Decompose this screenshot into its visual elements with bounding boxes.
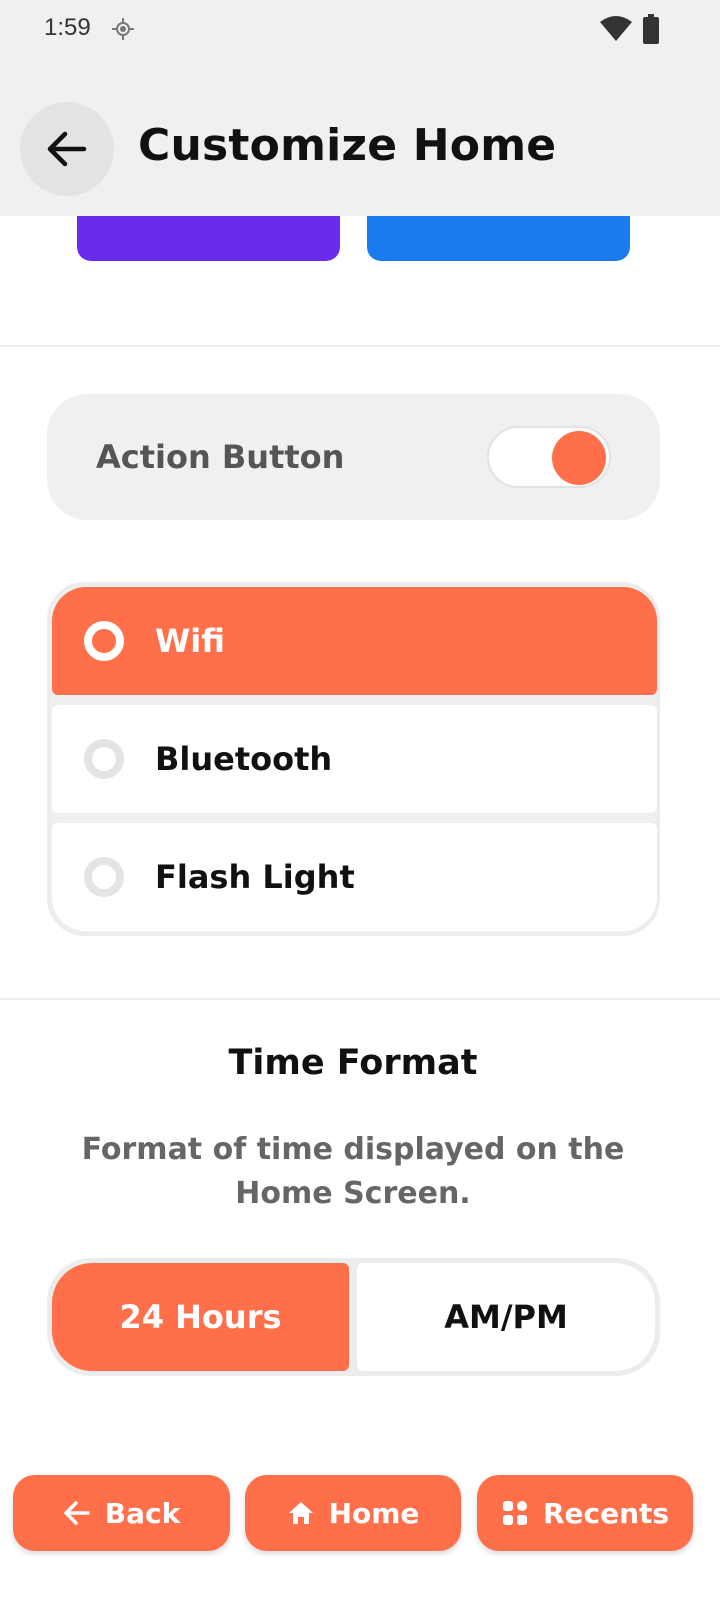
option-24-hours[interactable]: 24 Hours [52,1263,349,1371]
action-options-group: Wifi Bluetooth Flash Light [47,582,660,936]
toggle-knob [552,431,606,485]
time-format-segmented-control: 24 Hours AM/PM [47,1258,660,1376]
wifi-icon [600,16,632,41]
location-icon [112,18,134,40]
home-icon [288,1502,313,1524]
battery-icon [643,14,659,44]
nav-recents-label: Recents [542,1496,670,1530]
option-bluetooth[interactable]: Bluetooth [52,705,657,813]
radio-selected-icon [84,621,124,661]
option-label: Wifi [155,622,225,660]
action-button-toggle[interactable] [487,426,611,488]
app-header: Customize Home [0,64,720,216]
nav-home-label: Home [328,1496,420,1530]
option-wifi[interactable]: Wifi [52,587,657,695]
header-back-button[interactable] [20,102,114,196]
action-button-label: Action Button [96,438,345,476]
time-format-description: Format of time displayed on the Home Scr… [81,1132,625,1211]
status-time: 1:59 [44,14,91,41]
grid-icon [502,1501,527,1525]
nav-recents-button[interactable]: Recents [477,1475,693,1551]
action-button-row: Action Button [47,394,660,520]
option-label: Bluetooth [155,740,333,778]
time-format-title: Time Format [228,1043,478,1083]
divider [0,345,720,347]
option-am-pm[interactable]: AM/PM [357,1263,655,1371]
radio-unselected-icon [84,739,124,779]
nav-back-label: Back [104,1496,181,1530]
page-title: Customize Home [138,120,557,171]
nav-home-button[interactable]: Home [245,1475,461,1551]
arrow-left-icon [64,1501,90,1525]
option-flash-light[interactable]: Flash Light [52,823,657,931]
arrow-left-icon [47,131,87,167]
divider [0,998,720,1000]
option-label: Flash Light [155,858,355,896]
status-bar: 1:59 [0,0,720,64]
nav-back-button[interactable]: Back [13,1475,230,1551]
radio-unselected-icon [84,857,124,897]
